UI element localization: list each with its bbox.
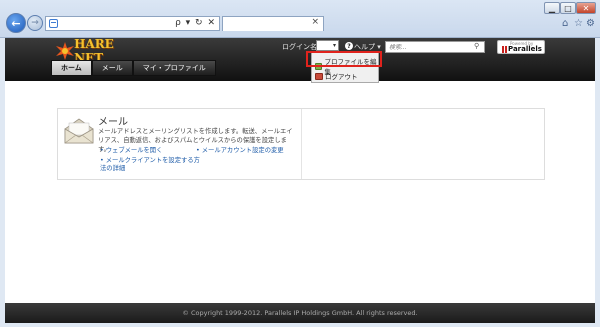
site-header: HARE NET ログイン名: ▾ ? ヘルプ ▾ ⚲ Powered by P… [5, 37, 595, 81]
parallels-badge[interactable]: Powered by Parallels [497, 40, 545, 54]
mail-title: メール [98, 117, 128, 128]
tab-my-profile[interactable]: マイ・プロファイル [132, 60, 216, 76]
maximize-button[interactable]: □ [560, 2, 576, 14]
tab-home[interactable]: ホーム [51, 60, 92, 76]
mail-account-settings-link[interactable]: • メールアカウント設定の変更 [196, 147, 284, 155]
back-arrow-icon: ← [11, 16, 21, 30]
bullet-icon: • [196, 147, 200, 154]
browser-tab[interactable]: × [222, 16, 324, 31]
logout-icon [315, 72, 323, 80]
copyright-text: © Copyright 1999-2012. Parallels IP Hold… [182, 309, 418, 317]
forward-button[interactable]: → [27, 15, 43, 31]
home-icon[interactable]: ⌂ [562, 18, 568, 29]
mail-client-config-link[interactable]: • メールクライアントを設定する方法の詳細 [100, 157, 200, 173]
nav-tabs: ホーム メール マイ・プロファイル [51, 60, 216, 77]
menu-item-logout[interactable]: ログアウト [315, 71, 358, 81]
forward-arrow-icon: → [31, 18, 39, 28]
highlight-box [306, 51, 382, 67]
envelope-icon [64, 118, 94, 144]
parallels-bars-icon [502, 45, 507, 53]
mail-panel: メール メールアドレスとメーリングリストを作成します。転送、メールエイリアス、自… [57, 108, 545, 180]
bullet-icon: • [100, 157, 104, 164]
chevron-down-icon: ▾ [332, 42, 336, 49]
close-window-button[interactable]: ✕ [576, 2, 596, 14]
bullet-icon: • [100, 147, 104, 154]
panel-divider [301, 109, 302, 179]
address-bar[interactable]: ρ ▾ ↻ ✕ [45, 16, 220, 31]
address-tools-icons[interactable]: ρ ▾ ↻ ✕ [175, 18, 216, 28]
page-icon [49, 19, 58, 28]
tab-mail[interactable]: メール [91, 60, 133, 76]
login-name-select[interactable]: ▾ [316, 40, 339, 51]
search-input[interactable] [385, 41, 485, 53]
tools-gear-icon[interactable]: ⚙ [586, 18, 595, 29]
back-button[interactable]: ← [6, 13, 26, 33]
favorites-icon[interactable]: ☆ [574, 18, 583, 29]
browser-chrome: ← → ρ ▾ ↻ ✕ × ▁ □ ✕ ⌂ ☆ ⚙ [0, 0, 600, 38]
open-webmail-link[interactable]: • ウェブメールを開く [100, 147, 162, 155]
site-footer: © Copyright 1999-2012. Parallels IP Hold… [5, 303, 595, 323]
search-icon[interactable]: ⚲ [474, 42, 479, 50]
content-area: メール メールアドレスとメーリングリストを作成します。転送、メールエイリアス、自… [5, 81, 595, 303]
parallels-logo: Parallels [502, 45, 542, 53]
help-icon: ? [345, 42, 353, 50]
minimize-button[interactable]: ▁ [544, 2, 560, 14]
site-logo[interactable]: HARE NET [55, 37, 140, 65]
logo-burst-icon [55, 42, 74, 60]
tab-close-icon[interactable]: × [311, 17, 319, 27]
